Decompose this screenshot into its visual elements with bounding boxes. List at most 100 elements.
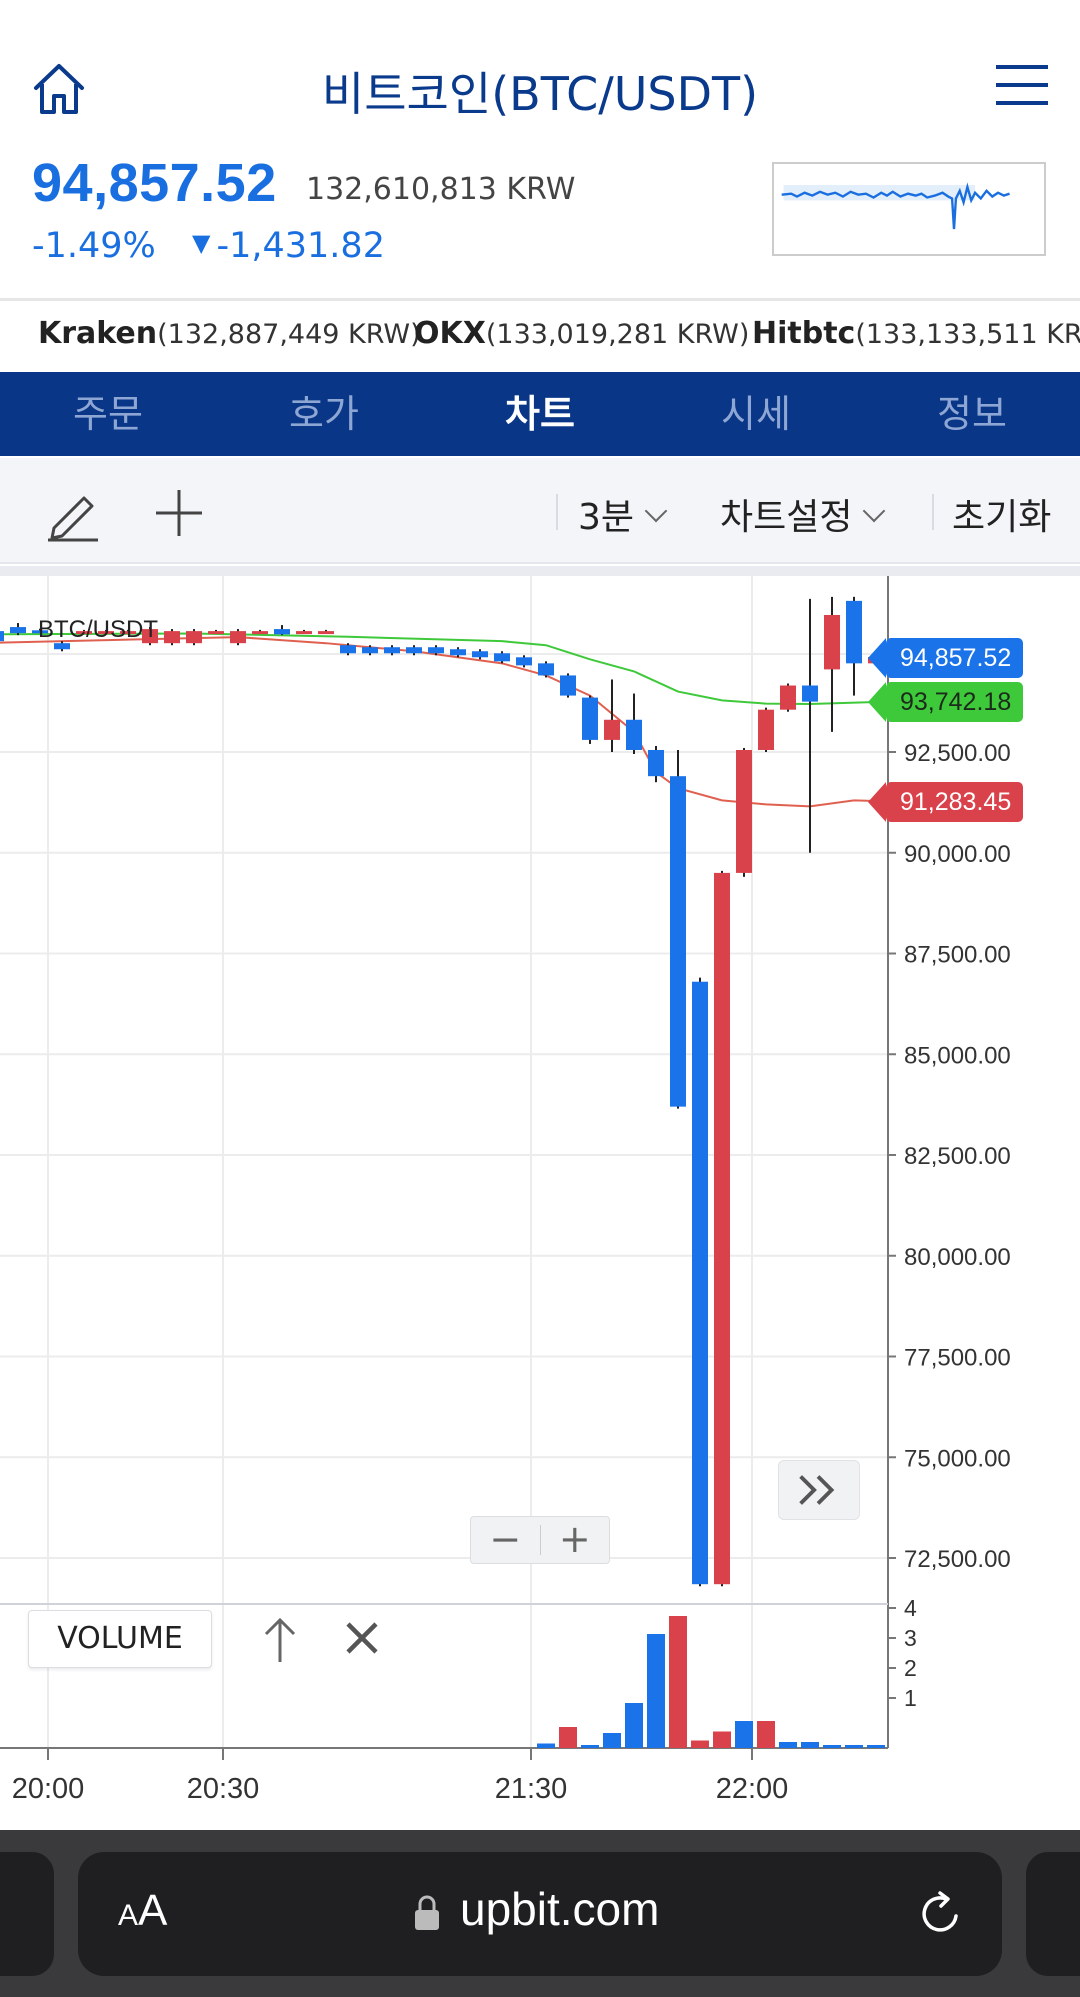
- down-triangle-icon: ▼: [192, 229, 211, 257]
- current-price: 94,857.52: [32, 153, 277, 213]
- candle-body: [406, 647, 422, 654]
- candle-body: [846, 600, 862, 664]
- candle-body: [560, 675, 576, 696]
- x-tick-label: 20:00: [12, 1773, 85, 1805]
- candle-body: [736, 749, 752, 873]
- tab-orderbook[interactable]: 호가: [216, 372, 432, 456]
- candle-body: [0, 631, 4, 642]
- candle-body: [648, 749, 664, 777]
- change-amount: ▼ -1,431.82: [192, 226, 385, 266]
- candle-body: [692, 981, 708, 1585]
- hamburger-menu-icon[interactable]: [996, 64, 1048, 106]
- chart-settings-dropdown[interactable]: 차트설정: [720, 488, 886, 540]
- address-bar[interactable]: AA upbit.com: [78, 1852, 1002, 1976]
- volume-bar: [603, 1733, 621, 1748]
- candle-body: [714, 872, 730, 1585]
- candle-body: [296, 631, 312, 635]
- chart-toolbar: 3분 차트설정 초기화: [0, 458, 1080, 564]
- volume-bar: [581, 1745, 599, 1748]
- text-size-button[interactable]: AA: [118, 1886, 167, 1936]
- volume-bar: [537, 1743, 555, 1748]
- volume-bar: [559, 1727, 577, 1748]
- candle-body: [252, 631, 268, 635]
- change-percent: -1.49%: [32, 226, 156, 266]
- volume-label[interactable]: VOLUME: [28, 1610, 212, 1668]
- candle-body: [384, 647, 400, 654]
- volume-bar: [823, 1745, 841, 1748]
- volume-bar: [757, 1721, 775, 1748]
- candle-body: [780, 685, 796, 710]
- volume-tick-label: 3: [904, 1625, 917, 1651]
- candle-body: [516, 657, 532, 666]
- candle-body: [670, 776, 686, 1107]
- page-title: 비트코인(BTC/USDT): [321, 67, 759, 121]
- reload-icon[interactable]: [916, 1890, 964, 1938]
- y-tick-label: 92,500.00: [904, 740, 1011, 767]
- tab-chart[interactable]: 차트: [432, 372, 648, 456]
- browser-toolbar: AA upbit.com: [0, 1830, 1080, 1997]
- candle-body: [604, 719, 620, 740]
- candle-body: [428, 647, 444, 654]
- candle-body: [362, 647, 378, 654]
- pencil-icon[interactable]: [44, 484, 102, 542]
- tab-market-price[interactable]: 시세: [648, 372, 864, 456]
- volume-tick-label: 2: [904, 1655, 917, 1681]
- candle-body: [824, 614, 840, 670]
- zoom-in-button[interactable]: +: [541, 1517, 610, 1563]
- candle-body: [318, 631, 334, 635]
- app-header: 비트코인(BTC/USDT): [0, 0, 1080, 160]
- volume-bar: [647, 1634, 665, 1748]
- krw-price: 132,610,813 KRW: [306, 172, 576, 207]
- change-amount-value: -1,431.82: [216, 226, 385, 266]
- current-price-tag: 94,857.52: [867, 638, 1024, 678]
- scroll-to-latest-icon[interactable]: [778, 1460, 860, 1520]
- volume-bar: [625, 1703, 643, 1748]
- exchange-hitbtc: Hitbtc(133,133,511 KRW): [752, 316, 1080, 351]
- toolbar-divider: [932, 494, 934, 530]
- y-tick-label: 82,500.00: [904, 1143, 1011, 1170]
- candle-body: [802, 685, 818, 702]
- exchange-okx: OKX(133,019,281 KRW): [414, 316, 750, 351]
- volume-bar: [713, 1731, 731, 1748]
- mini-price-chart[interactable]: [772, 162, 1046, 256]
- candle-body: [164, 631, 180, 644]
- candle-body: [626, 719, 642, 750]
- volume-tick-label: 1: [904, 1685, 917, 1711]
- reset-button[interactable]: 초기화: [952, 488, 1051, 540]
- ma-short-price-tag: 93,742.18: [867, 682, 1024, 722]
- volume-bar: [779, 1742, 797, 1748]
- interval-dropdown[interactable]: 3분: [578, 488, 668, 540]
- toolbar-divider: [556, 494, 558, 530]
- zoom-controls: − +: [470, 1516, 610, 1564]
- candle-body: [10, 627, 26, 634]
- divider: [0, 298, 1080, 301]
- symbol-label: BTC/USDT: [38, 616, 158, 643]
- main-tabs: 주문 호가 차트 시세 정보: [0, 372, 1080, 456]
- tab-order[interactable]: 주문: [0, 372, 216, 456]
- exchange-kraken: Kraken(132,887,449 KRW): [38, 316, 421, 351]
- y-tick-label: 85,000.00: [904, 1042, 1011, 1069]
- zoom-out-button[interactable]: −: [471, 1517, 540, 1563]
- close-icon[interactable]: [342, 1618, 382, 1658]
- previous-tab-preview[interactable]: [0, 1852, 54, 1976]
- arrow-up-icon[interactable]: [260, 1616, 300, 1664]
- candle-body: [758, 709, 774, 750]
- candle-body: [494, 653, 510, 662]
- x-tick-label: 21:30: [495, 1773, 568, 1805]
- candle-body: [472, 651, 488, 658]
- candle-body: [450, 649, 466, 656]
- add-indicator-icon[interactable]: [152, 486, 206, 540]
- x-tick-label: 22:00: [716, 1773, 789, 1805]
- y-tick-label: 87,500.00: [904, 942, 1011, 969]
- url-text: upbit.com: [460, 1883, 660, 1935]
- candle-body: [274, 629, 290, 635]
- ma-short-line: [0, 632, 877, 706]
- chevron-down-icon: [863, 499, 886, 523]
- candle-body: [208, 631, 224, 635]
- candle-body: [340, 645, 356, 654]
- volume-bar: [801, 1742, 819, 1748]
- tab-info[interactable]: 정보: [864, 372, 1080, 456]
- chevron-down-icon: [644, 499, 668, 523]
- next-tab-preview[interactable]: [1026, 1852, 1080, 1976]
- candle-body: [186, 631, 202, 644]
